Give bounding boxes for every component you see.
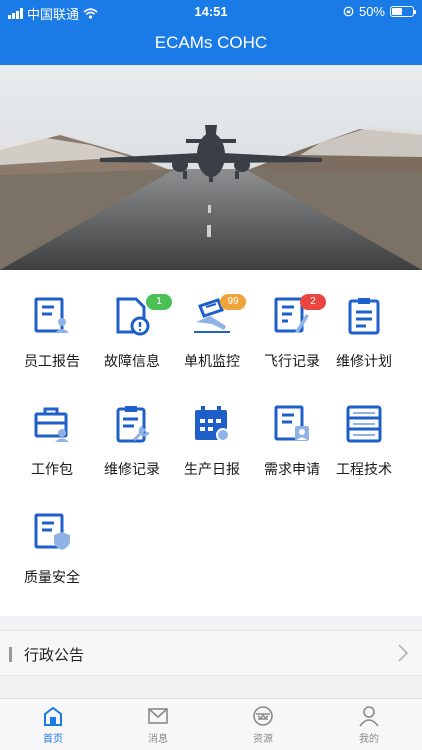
orientation-lock-icon	[343, 6, 354, 17]
menu-label: 故障信息	[104, 353, 160, 369]
notification-badge: 1	[146, 294, 172, 310]
tab-profile[interactable]: 我的	[339, 705, 399, 745]
menu-label: 质量安全	[24, 569, 80, 585]
menu-label: 维修记录	[104, 461, 160, 477]
home-icon	[44, 706, 62, 726]
top-header: 中国联通 14:51 50% ECAMs COHC	[0, 0, 422, 65]
menu-maintenance-record[interactable]: 维修记录	[90, 378, 174, 477]
chevron-right-icon	[398, 644, 408, 662]
menu-label: 单机监控	[184, 353, 240, 369]
status-bar: 中国联通 14:51 50%	[0, 0, 422, 22]
maintenance-plan-icon	[348, 298, 380, 335]
resource-icon	[253, 706, 273, 726]
menu-label: 维修计划	[336, 353, 392, 369]
notice-label: 行政公告	[24, 647, 85, 664]
menu-aircraft-monitor[interactable]: 单机监控 99	[170, 270, 254, 369]
notice-accent-bar	[9, 647, 12, 662]
menu-label: 工程技术	[336, 461, 392, 477]
menu-production-daily[interactable]: 生产日报	[170, 378, 254, 477]
tab-label: 我的	[359, 734, 379, 745]
menu-quality-safety[interactable]: 质量安全	[10, 486, 94, 585]
quality-safety-icon	[34, 513, 70, 550]
bottom-tab-bar: 首页 消息 资源 我的	[0, 698, 422, 750]
tab-messages[interactable]: 消息	[128, 705, 188, 745]
user-icon	[359, 706, 379, 727]
tab-home[interactable]: 首页	[23, 705, 83, 745]
tab-label: 资源	[253, 734, 273, 745]
menu-label: 生产日报	[184, 461, 240, 477]
battery-percent: 50%	[358, 4, 385, 19]
function-grid: 员工报告 故障信息 1 单机监控 99 飞行记录 2 维修计划 工作包 维修记录…	[0, 270, 422, 616]
production-daily-icon	[195, 406, 230, 442]
battery-icon	[390, 6, 416, 17]
tab-resources[interactable]: 资源	[233, 705, 293, 745]
menu-staff-report[interactable]: 员工报告	[10, 270, 94, 369]
hero-banner-image	[0, 65, 422, 270]
notification-badge: 99	[220, 294, 246, 310]
menu-maintenance-plan[interactable]: 维修计划	[322, 270, 406, 369]
menu-engineering[interactable]: 工程技术	[322, 378, 406, 477]
engineering-icon	[346, 405, 382, 443]
tab-label: 首页	[43, 734, 63, 745]
mail-icon	[148, 708, 168, 724]
menu-label: 工作包	[31, 461, 73, 477]
work-package-icon	[34, 407, 69, 442]
menu-fault-info[interactable]: 故障信息 1	[90, 270, 174, 369]
tab-label: 消息	[148, 734, 168, 745]
demand-request-icon	[274, 405, 309, 441]
menu-label: 员工报告	[24, 353, 80, 369]
maintenance-record-icon	[116, 406, 150, 443]
page-title: ECAMs COHC	[154, 33, 268, 52]
staff-report-icon	[34, 297, 69, 333]
notice-row[interactable]: 行政公告	[0, 630, 422, 676]
menu-work-package[interactable]: 工作包	[10, 378, 94, 477]
